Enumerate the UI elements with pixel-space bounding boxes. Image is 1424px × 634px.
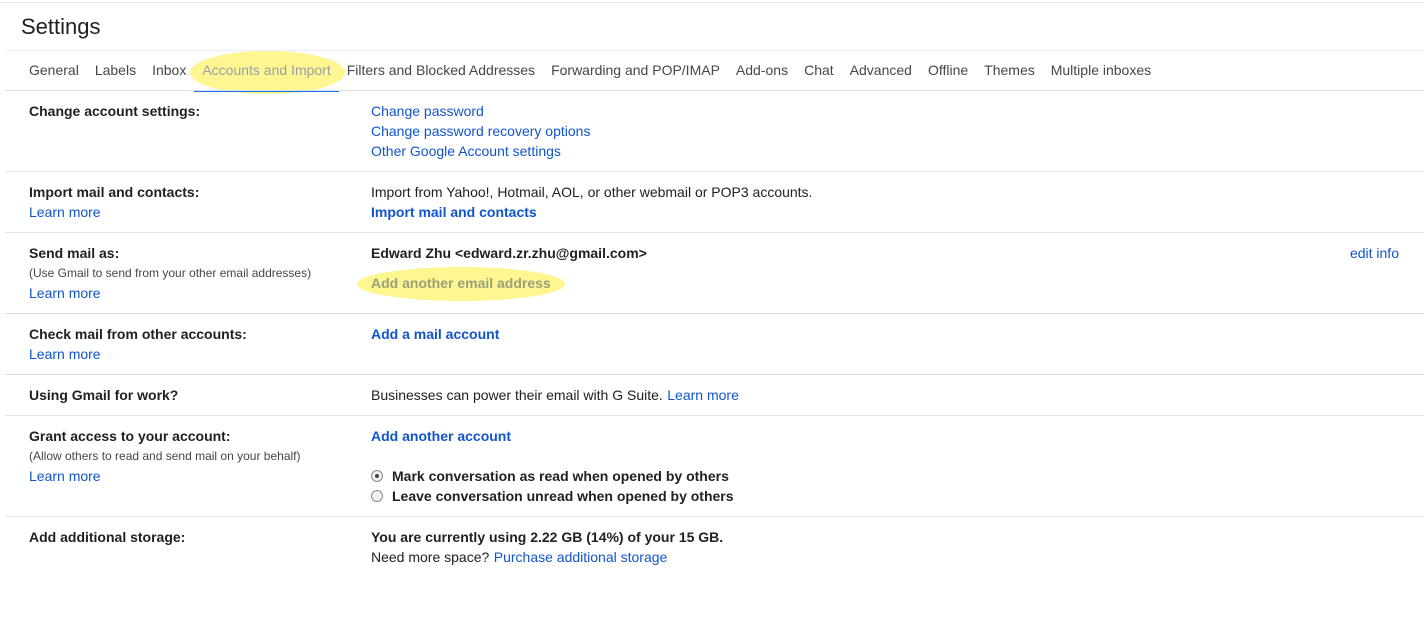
tab-inbox[interactable]: Inbox bbox=[144, 51, 194, 91]
section-heading: Add additional storage: bbox=[29, 529, 186, 545]
section-heading: Send mail as: bbox=[29, 245, 120, 261]
radio-button[interactable] bbox=[371, 490, 383, 502]
row-import-mail: Import mail and contacts: Learn more Imp… bbox=[5, 172, 1424, 233]
top-divider bbox=[0, 2, 1424, 3]
section-heading: Import mail and contacts: bbox=[29, 184, 200, 200]
settings-rows: Change account settings: Change password… bbox=[5, 91, 1424, 587]
section-heading: Using Gmail for work? bbox=[29, 387, 179, 403]
settings-page: Settings General Labels Inbox Accounts a… bbox=[0, 0, 1424, 634]
row-send-mail-as: Send mail as: (Use Gmail to send from yo… bbox=[5, 233, 1424, 314]
row-check-mail: Check mail from other accounts: Learn mo… bbox=[5, 314, 1424, 375]
row-grant-access: Grant access to your account: (Allow oth… bbox=[5, 416, 1424, 517]
tab-accounts-and-import[interactable]: Accounts and Import bbox=[190, 51, 345, 94]
radio-button-checked[interactable] bbox=[371, 470, 383, 482]
sender-identity: Edward Zhu <edward.zr.zhu@gmail.com> bbox=[371, 245, 647, 261]
settings-tabs: General Labels Inbox Accounts and Import… bbox=[21, 51, 1159, 94]
import-mail-and-contacts-link[interactable]: Import mail and contacts bbox=[371, 202, 537, 222]
tab-offline[interactable]: Offline bbox=[920, 51, 976, 91]
import-description: Import from Yahoo!, Hotmail, AOL, or oth… bbox=[371, 184, 813, 200]
work-description: Businesses can power their email with G … bbox=[371, 387, 663, 403]
storage-usage: You are currently using 2.22 GB (14%) of… bbox=[371, 529, 724, 545]
section-subtext: (Use Gmail to send from your other email… bbox=[29, 266, 312, 280]
tab-chat[interactable]: Chat bbox=[796, 51, 842, 91]
add-email-highlight: Add another email address bbox=[357, 267, 565, 301]
tab-themes[interactable]: Themes bbox=[976, 51, 1043, 91]
tab-general[interactable]: General bbox=[21, 51, 87, 91]
tab-add-ons[interactable]: Add-ons bbox=[728, 51, 796, 91]
radio-option-mark-read[interactable]: Mark conversation as read when opened by… bbox=[371, 466, 1271, 486]
tab-labels[interactable]: Labels bbox=[87, 51, 144, 91]
add-another-email-link[interactable]: Add another email address bbox=[371, 273, 551, 293]
learn-more-link[interactable]: Learn more bbox=[29, 283, 101, 303]
tab-filters[interactable]: Filters and Blocked Addresses bbox=[339, 51, 543, 91]
recovery-options-link[interactable]: Change password recovery options bbox=[371, 121, 590, 141]
section-subtext: (Allow others to read and send mail on y… bbox=[29, 449, 301, 463]
add-mail-account-link[interactable]: Add a mail account bbox=[371, 324, 499, 344]
edit-info-link[interactable]: edit info bbox=[1350, 243, 1399, 263]
page-title: Settings bbox=[21, 14, 101, 39]
purchase-storage-link[interactable]: Purchase additional storage bbox=[494, 547, 668, 567]
tab-forwarding[interactable]: Forwarding and POP/IMAP bbox=[543, 51, 728, 91]
learn-more-link[interactable]: Learn more bbox=[29, 466, 101, 486]
row-gmail-for-work: Using Gmail for work? Businesses can pow… bbox=[5, 375, 1424, 416]
radio-option-leave-unread[interactable]: Leave conversation unread when opened by… bbox=[371, 486, 1271, 506]
google-account-settings-link[interactable]: Other Google Account settings bbox=[371, 141, 561, 161]
need-more-space-text: Need more space? bbox=[371, 549, 490, 565]
change-password-link[interactable]: Change password bbox=[371, 101, 484, 121]
tab-advanced[interactable]: Advanced bbox=[842, 51, 920, 91]
row-storage: Add additional storage: You are currentl… bbox=[5, 517, 1424, 587]
add-another-account-link[interactable]: Add another account bbox=[371, 426, 511, 446]
radio-label: Leave conversation unread when opened by… bbox=[392, 488, 734, 504]
section-heading: Change account settings: bbox=[29, 103, 201, 119]
section-heading: Grant access to your account: bbox=[29, 428, 231, 444]
row-change-account: Change account settings: Change password… bbox=[5, 91, 1424, 172]
g-suite-learn-more-link[interactable]: Learn more bbox=[667, 385, 739, 405]
radio-label: Mark conversation as read when opened by… bbox=[392, 468, 729, 484]
learn-more-link[interactable]: Learn more bbox=[29, 344, 101, 364]
section-heading: Check mail from other accounts: bbox=[29, 326, 247, 342]
learn-more-link[interactable]: Learn more bbox=[29, 202, 101, 222]
tab-multiple-inboxes[interactable]: Multiple inboxes bbox=[1043, 51, 1159, 91]
